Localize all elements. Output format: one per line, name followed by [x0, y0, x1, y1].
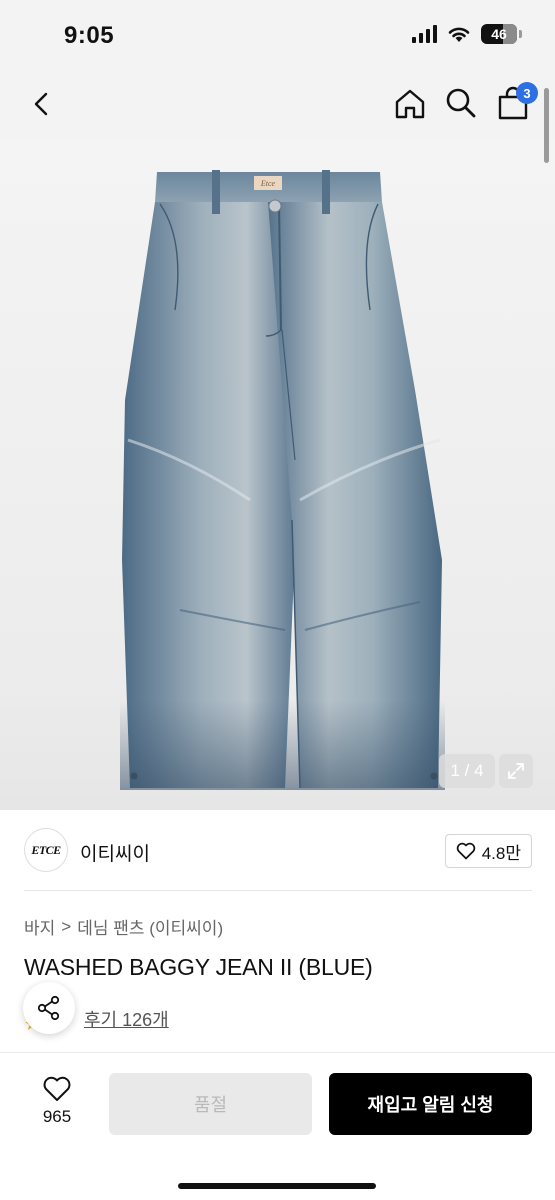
wishlist-button[interactable]: 965	[30, 1075, 84, 1127]
jeans-image: Etce	[120, 170, 445, 790]
soldout-button[interactable]: 품절	[109, 1073, 312, 1135]
cart-count-badge: 3	[516, 82, 538, 104]
expand-image-button[interactable]	[499, 754, 533, 788]
product-title: WASHED BAGGY JEAN II (BLUE)	[24, 954, 373, 980]
battery-icon: 46	[481, 24, 522, 44]
search-icon[interactable]	[444, 86, 478, 120]
status-icons: 46	[412, 24, 522, 44]
wifi-icon	[448, 27, 470, 42]
breadcrumb: 바지 > 데님 팬츠 (이티씨이)	[24, 914, 223, 939]
breadcrumb-subcategory[interactable]: 데님 팬츠 (이티씨이)	[77, 914, 223, 939]
breadcrumb-category[interactable]: 바지	[24, 914, 55, 939]
share-icon	[37, 995, 60, 1021]
review-link[interactable]: 후기 126개	[84, 1006, 169, 1032]
brand-like-count: 4.8만	[481, 843, 521, 863]
battery-level: 46	[491, 26, 507, 42]
scroll-indicator	[544, 88, 549, 163]
expand-icon	[508, 763, 524, 779]
status-bar: 9:05 46	[0, 0, 555, 70]
restock-alert-button[interactable]: 재입고 알림 신청	[329, 1073, 532, 1135]
heart-icon	[456, 842, 475, 860]
divider	[24, 890, 532, 891]
bottom-action-bar: 965 품절 재입고 알림 신청	[0, 1052, 555, 1200]
breadcrumb-separator: >	[61, 916, 72, 936]
cart-button[interactable]: 3	[494, 82, 538, 122]
brand-logo[interactable]: ETCE	[24, 828, 68, 872]
cellular-signal-icon	[412, 25, 437, 43]
product-image-gallery[interactable]: Etce	[0, 140, 555, 810]
status-time: 9:05	[64, 22, 115, 49]
heart-icon	[43, 1076, 71, 1101]
brand-name[interactable]: 이티씨이	[80, 839, 150, 866]
brand-row[interactable]: ETCE 이티씨이 4.8만	[24, 822, 532, 880]
home-icon[interactable]	[392, 86, 428, 122]
brand-like-button[interactable]: 4.8만	[444, 834, 532, 868]
share-button[interactable]	[23, 982, 75, 1034]
top-navigation: 3	[0, 70, 555, 140]
image-counter: 1 / 4	[439, 754, 495, 788]
back-icon[interactable]	[26, 88, 58, 120]
brand-tag-label: Etce	[260, 179, 276, 188]
home-indicator	[178, 1183, 376, 1189]
wishlist-count: 965	[42, 1107, 72, 1126]
